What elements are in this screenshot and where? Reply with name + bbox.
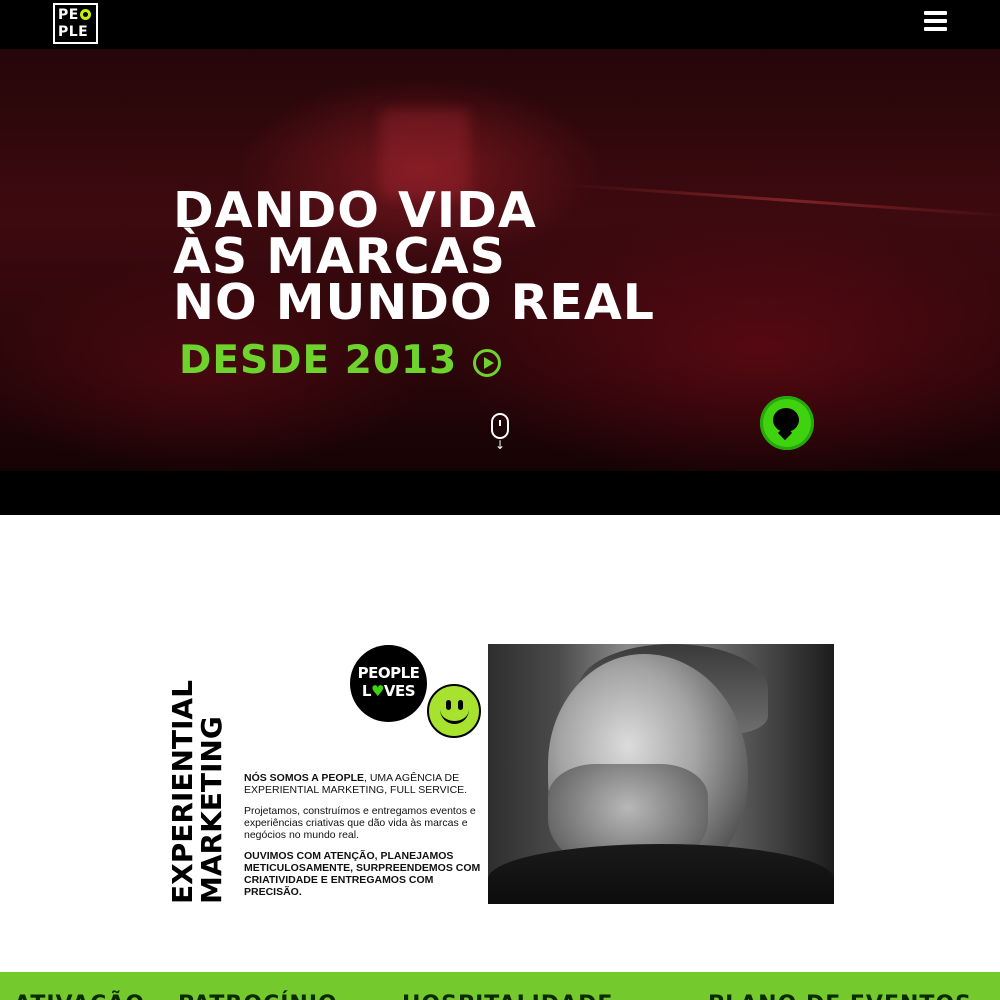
logo-text-line2: PLE (58, 24, 89, 40)
people-loves-badge: PEOPLE L♥VES (350, 645, 427, 722)
category-ativacao[interactable]: ATIVAÇÃO (14, 992, 145, 1000)
chat-bubble-icon[interactable] (760, 396, 814, 450)
heart-icon: ♥ (370, 682, 384, 700)
smiley-face-icon (427, 684, 481, 738)
services-category-bar: ATIVAÇÃO PATROCÍNIO HOSPITALIDADE PLANO … (0, 972, 1000, 1000)
mouse-scroll-icon[interactable]: ↓ (491, 413, 509, 453)
about-paragraph-1: NÓS SOMOS A PEOPLE, UMA AGÊNCIA DE EXPER… (244, 772, 468, 796)
hero-subtitle: DESDE 2013 (179, 338, 458, 383)
hero-bottom-band (0, 471, 1000, 515)
vertical-title-line-2: MARKETING (195, 716, 228, 904)
hero-title: DANDO VIDA ÀS MARCAS NO MUNDO REAL (173, 186, 656, 331)
founder-portrait-photo (488, 644, 834, 904)
about-text-block: NÓS SOMOS A PEOPLE, UMA AGÊNCIA DE EXPER… (244, 772, 484, 907)
category-patrocinio[interactable]: PATROCÍNIO (178, 992, 338, 1000)
hero-banner: DANDO VIDA ÀS MARCAS NO MUNDO REAL DESDE… (0, 49, 1000, 471)
about-paragraph-3: OUVIMOS COM ATENÇÃO, PLANEJAMOS METICULO… (244, 850, 481, 898)
badge-line-1: PEOPLE (357, 664, 420, 682)
vertical-title-line-1: EXPERIENTIAL (166, 680, 199, 904)
play-circle-icon[interactable] (473, 349, 501, 377)
category-plano-de-eventos[interactable]: PLANO DE EVENTOS (708, 992, 972, 1000)
hero-title-line-3: NO MUNDO REAL (173, 274, 656, 331)
badge-line-2: L♥VES (361, 682, 416, 700)
about-paragraph-2: Projetamos, construímos e entregamos eve… (244, 805, 476, 841)
logo-o-ring (79, 9, 91, 20)
people-logo[interactable]: PE PLE (53, 3, 98, 44)
top-navigation-bar: PE PLE (0, 0, 1000, 49)
logo-text-line1: PE (58, 7, 79, 23)
experiential-marketing-heading: EXPERIENTIAL MARKETING (166, 654, 232, 904)
hamburger-menu-icon[interactable] (924, 11, 948, 33)
category-hospitalidade[interactable]: HOSPITALIDADE (402, 992, 613, 1000)
